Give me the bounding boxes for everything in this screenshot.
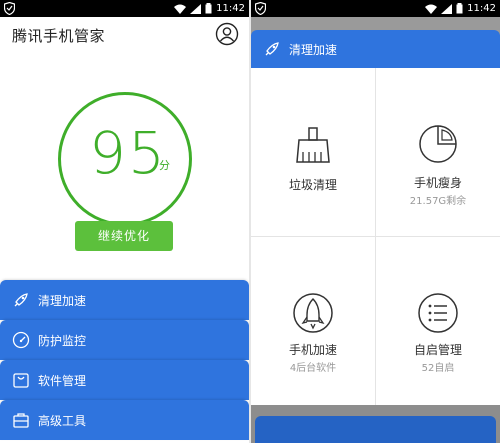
cell-title: 垃圾清理 (288, 178, 337, 192)
clock: 11:42 (467, 3, 496, 14)
bag-icon (13, 373, 29, 388)
app-title: 腾讯手机管家 (12, 27, 106, 45)
feature-menu: 清理加速 防护监控 软件管理 高级工具 (0, 280, 249, 440)
health-score-ring: 95 分 (58, 92, 192, 226)
background-menu-item (255, 416, 496, 443)
battery-icon (456, 3, 463, 14)
cell-junk-cleanup[interactable]: 垃圾清理 (251, 68, 375, 236)
user-icon[interactable] (215, 22, 239, 46)
cell-subtitle: 4后台软件 (289, 363, 337, 374)
menu-item-label: 软件管理 (38, 374, 87, 388)
cell-title: 手机瘦身 (413, 176, 462, 190)
menu-item-label: 防护监控 (38, 334, 87, 348)
rocket-circle-icon (293, 293, 333, 333)
status-bar: 11:42 (251, 0, 500, 17)
wifi-icon (174, 4, 187, 14)
list-icon (418, 293, 458, 333)
menu-item-protection[interactable]: 防护监控 (0, 320, 249, 360)
health-score: 95 (89, 119, 167, 187)
signal-icon (441, 3, 453, 14)
menu-item-label: 清理加速 (38, 294, 87, 308)
gauge-icon (12, 331, 30, 349)
cleanup-grid: 垃圾清理 手机瘦身 21.57G剩余 手机加速 4后台软件 自启管理 52自启 (251, 68, 500, 405)
broom-icon (296, 127, 330, 163)
clock: 11:42 (216, 3, 245, 14)
menu-item-label: 高级工具 (38, 414, 87, 428)
shield-icon (255, 2, 266, 15)
continue-optimize-button[interactable]: 继续优化 (75, 221, 173, 251)
cell-phone-speedup[interactable]: 手机加速 4后台软件 (251, 237, 375, 405)
menu-item-cleanup[interactable]: 清理加速 (0, 280, 249, 320)
cell-title: 自启管理 (413, 343, 462, 357)
status-bar: 11:42 (0, 0, 249, 17)
rocket-icon (265, 42, 279, 56)
menu-item-advanced-tools[interactable]: 高级工具 (0, 400, 249, 440)
shield-icon (4, 2, 15, 15)
signal-icon (190, 3, 202, 14)
rocket-icon (14, 293, 28, 307)
score-unit: 分 (159, 159, 170, 172)
toolbox-icon (13, 413, 29, 428)
cleanup-screen: 11:42 清理加速 垃圾清理 手机瘦身 21.57G剩余 手机加速 4后台软件… (251, 0, 500, 443)
cell-autostart[interactable]: 自启管理 52自启 (376, 237, 500, 405)
cleanup-panel-header[interactable]: 清理加速 (251, 30, 500, 68)
cell-subtitle: 52自启 (421, 363, 455, 374)
panel-title: 清理加速 (289, 43, 338, 57)
battery-icon (205, 3, 212, 14)
cell-title: 手机加速 (288, 343, 337, 357)
menu-item-software[interactable]: 软件管理 (0, 360, 249, 400)
cell-subtitle: 21.57G剩余 (409, 196, 467, 207)
cell-phone-slim[interactable]: 手机瘦身 21.57G剩余 (376, 68, 500, 236)
main-screen: 11:42 腾讯手机管家 95 分 继续优化 清理加速 防护监控 软件管理 高级… (0, 0, 249, 443)
app-bar: 腾讯手机管家 (0, 17, 249, 55)
pie-chart-icon (419, 125, 457, 163)
wifi-icon (425, 4, 438, 14)
